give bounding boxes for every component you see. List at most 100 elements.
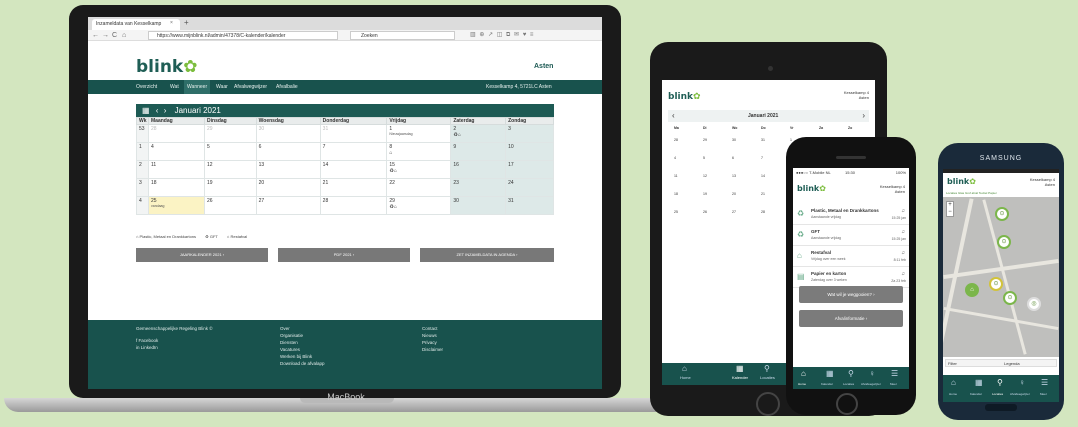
nav-wanneer[interactable]: Wanneer [184, 80, 211, 94]
tablet-day[interactable]: 26 [703, 210, 707, 214]
next-month-button[interactable]: › [164, 106, 167, 115]
collection-item[interactable]: ♻ GFT Aanstaande vrijdag ♫ 15:25 jan [793, 225, 909, 246]
calendar-day-cell[interactable]: 9 [450, 142, 507, 161]
iphone-home-button[interactable] [836, 393, 858, 415]
calendar-day-cell[interactable]: 12 [204, 160, 257, 179]
asten-logo[interactable]: Asten [534, 63, 553, 70]
facebook-link[interactable]: f Facebook [136, 338, 158, 343]
tablet-day[interactable]: 20 [732, 192, 736, 196]
iphone-tab-afvalwegwijzer[interactable]: Afvalwegwijzer [861, 382, 881, 386]
tablet-day[interactable]: 14 [761, 174, 765, 178]
map-pin[interactable]: ⊙ [989, 277, 1003, 291]
footer-link-over[interactable]: Over [280, 326, 290, 331]
calendar-day-cell[interactable]: 18 [147, 178, 206, 197]
samsung-tab-kalender[interactable]: Kalender [970, 392, 982, 396]
iphone-weggooien-button[interactable]: Wat wil je weggooien? › [799, 286, 903, 303]
legenda-dropdown[interactable]: Legenda [1004, 360, 1020, 367]
prev-month-button[interactable]: ‹ [156, 106, 159, 115]
new-tab-button[interactable]: + [184, 18, 189, 27]
footer-link-app[interactable]: Download de afvalapp [280, 361, 325, 366]
calendar-day-cell[interactable]: 29 [204, 124, 257, 143]
bell-icon[interactable]: ♫ [901, 250, 905, 256]
collection-item[interactable]: ♻ Plastic, Metaal en Drankkartons Aanstaan… [793, 204, 909, 225]
calendar-day-cell[interactable]: 24 [505, 178, 554, 197]
nav-afvalbalie[interactable]: Afvalbalie [276, 80, 298, 94]
calendar-day-cell[interactable]: 16 [450, 160, 507, 179]
calendar-day-cell[interactable]: 20 [255, 178, 321, 197]
map-pin[interactable]: ◎ [1027, 297, 1041, 311]
samsung-home-button[interactable] [985, 404, 1017, 411]
toolbar-icons[interactable]: ▥ ⊕ ↗ ◫ ⧉ ✉ ♥ ≡ [470, 30, 534, 41]
tablet-day[interactable]: 31 [761, 138, 765, 142]
iphone-tab-home[interactable]: Home [798, 382, 806, 386]
samsung-breadcrumb[interactable]: Locaties Glas Grof afval Textiel Papier [946, 191, 997, 195]
agenda-button[interactable]: ZET INZAMELDATA IN AGENDA › [420, 248, 554, 262]
tablet-day[interactable]: 30 [732, 138, 736, 142]
map-pin[interactable]: ⊙ [1003, 291, 1017, 305]
jaarkalender-button[interactable]: JAARKALENDER 2021 › [136, 248, 268, 262]
nav-wat[interactable]: Wat [170, 80, 179, 94]
samsung-tab-locaties[interactable]: Locaties [992, 392, 1003, 396]
footer-link-vacatures[interactable]: Vacatures [280, 347, 300, 352]
calendar-day-cell[interactable]: 26 [204, 196, 257, 215]
tablet-day[interactable]: 27 [732, 210, 736, 214]
calendar-day-cell[interactable]: 17 [505, 160, 554, 179]
filter-dropdown[interactable]: Filter [948, 360, 957, 367]
map-pin[interactable]: ⊙ [995, 207, 1009, 221]
footer-link-diensten[interactable]: Diensten [280, 340, 298, 345]
pdf-button[interactable]: PDF 2021 › [278, 248, 410, 262]
calendar-day-cell[interactable]: 25 vandaag [147, 196, 206, 215]
nav-overzicht[interactable]: Overzicht [136, 80, 157, 94]
calendar-day-cell[interactable]: 6 [255, 142, 321, 161]
bell-icon[interactable]: ♫ [901, 229, 905, 235]
samsung-tab-afvalwegwijzer[interactable]: Afvalwegwijzer [1010, 392, 1030, 396]
iphone-tab-kalender[interactable]: Kalender [821, 382, 833, 386]
calendar-day-cell[interactable]: 23 [450, 178, 507, 197]
samsung-map[interactable]: + − ⊙ ⊙ ⌂ ⊙ ⊙ ◎ [943, 197, 1059, 357]
tablet-day[interactable]: 7 [761, 156, 763, 160]
calendar-day-cell[interactable]: 30 [450, 196, 507, 215]
tablet-day[interactable]: 19 [703, 192, 707, 196]
map-zoom-control[interactable]: + − [946, 201, 954, 217]
back-button[interactable]: ← [92, 30, 99, 41]
iphone-tab-locaties[interactable]: Locaties [843, 382, 854, 386]
collection-item[interactable]: ▤ Papier en karton Zaterdag over 3 weken ♫ Z… [793, 267, 909, 288]
calendar-day-cell[interactable]: 27 [255, 196, 321, 215]
iphone-tab-meer[interactable]: Meer [890, 382, 897, 386]
iphone-afvalinfo-button[interactable]: Afvalinformatie › [799, 310, 903, 327]
calendar-day-cell[interactable]: 2 ♻⌂ [450, 124, 507, 143]
map-pin[interactable]: ⊙ [997, 235, 1011, 249]
footer-link-privacy[interactable]: Privacy [422, 340, 437, 345]
calendar-day-cell[interactable]: 3 [505, 124, 554, 143]
samsung-tab-home[interactable]: Home [949, 392, 957, 396]
calendar-day-cell[interactable]: 11 [147, 160, 206, 179]
home-button[interactable]: ⌂ [122, 30, 126, 41]
tablet-tab-home[interactable]: Home [680, 375, 691, 380]
tablet-blink-logo[interactable]: blink✿ [668, 92, 701, 102]
bell-icon[interactable]: ♫ [901, 271, 905, 277]
tablet-day[interactable]: 11 [674, 174, 678, 178]
calendar-day-cell[interactable]: 30 [255, 124, 321, 143]
tab-close-icon[interactable]: × [170, 20, 173, 26]
tablet-day[interactable]: 12 [703, 174, 707, 178]
samsung-tab-meer[interactable]: Meer [1040, 392, 1047, 396]
collection-item[interactable]: ⌂ Restafval Vrijdag over een week ♫ 8:11 feb [793, 246, 909, 267]
address-bar[interactable]: https://www.mijnblink.nl/admin/47378/C-k… [148, 31, 338, 40]
bell-icon[interactable]: ♫ [901, 208, 905, 214]
tablet-day[interactable]: 6 [732, 156, 734, 160]
tablet-day[interactable]: 4 [674, 156, 676, 160]
footer-link-nieuws[interactable]: Nieuws [422, 333, 437, 338]
tablet-day[interactable]: 28 [674, 138, 678, 142]
calendar-day-cell[interactable]: 4 [147, 142, 206, 161]
tablet-tab-kalender[interactable]: Kalender [732, 375, 748, 380]
calendar-day-cell[interactable]: 10 [505, 142, 554, 161]
calendar-day-cell[interactable]: 7 [319, 142, 388, 161]
tablet-prev-button[interactable]: ‹ [672, 110, 675, 122]
iphone-blink-logo[interactable]: blink✿ [797, 184, 826, 193]
calendar-day-cell[interactable]: 28 [319, 196, 388, 215]
calendar-day-cell[interactable]: 19 [204, 178, 257, 197]
forward-button[interactable]: → [102, 30, 109, 41]
browser-tab[interactable]: Inzameldata van Kesselkamp [92, 19, 180, 30]
tablet-home-button[interactable] [756, 392, 780, 416]
nav-waar[interactable]: Waar [216, 80, 228, 94]
